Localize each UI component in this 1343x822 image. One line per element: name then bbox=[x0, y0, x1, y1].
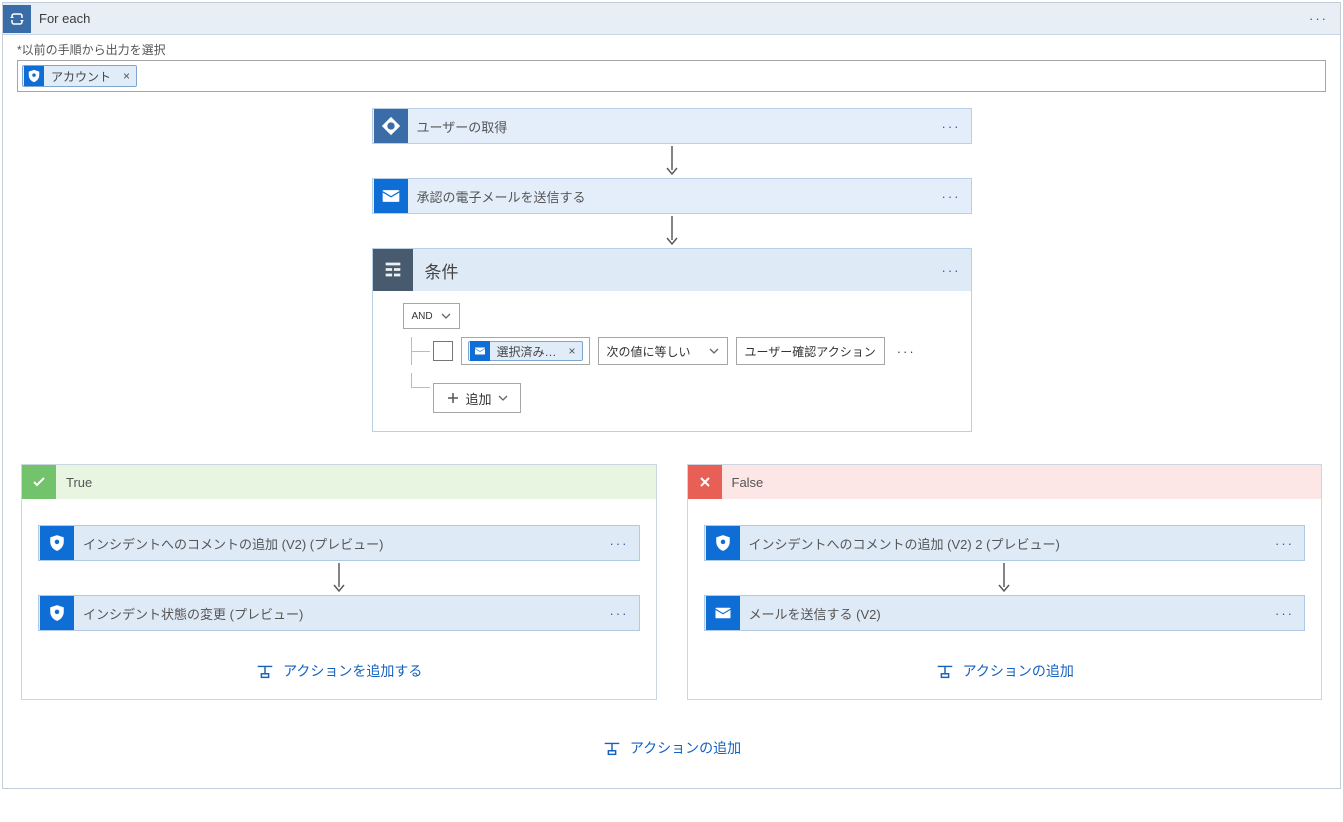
action-send-mail[interactable]: メールを送信する (V2) ··· bbox=[704, 595, 1306, 631]
add-action-link-outer[interactable]: アクションの追加 bbox=[602, 738, 741, 758]
connector-arrow bbox=[330, 561, 348, 595]
action-menu[interactable]: ··· bbox=[1265, 606, 1304, 621]
connector-arrow bbox=[663, 144, 681, 178]
token-remove[interactable]: × bbox=[563, 344, 582, 358]
add-action-link[interactable]: アクションの追加 bbox=[935, 661, 1074, 681]
output-select-label: *以前の手順から出力を選択 bbox=[3, 35, 1340, 58]
chevron-down-icon bbox=[709, 348, 719, 354]
condition-card: 条件 ··· AND bbox=[372, 248, 972, 432]
condition-branches: True インシデントへのコメントの追加 (V2) (プレビュー) ··· bbox=[21, 464, 1322, 700]
true-branch-header: True bbox=[22, 465, 656, 499]
action-menu[interactable]: ··· bbox=[600, 536, 639, 551]
chevron-down-icon bbox=[441, 313, 451, 319]
for-each-header[interactable]: For each ··· bbox=[3, 3, 1340, 35]
operator-label: 次の値に等しい bbox=[607, 343, 691, 360]
action-title: インシデント状態の変更 (プレビュー) bbox=[75, 604, 600, 623]
false-branch-header: False bbox=[688, 465, 1322, 499]
for-each-title: For each bbox=[39, 11, 1305, 26]
action-add-comment[interactable]: インシデントへのコメントの追加 (V2) (プレビュー) ··· bbox=[38, 525, 640, 561]
condition-right-value[interactable]: ユーザー確認アクション bbox=[736, 337, 885, 365]
action-title: ユーザーの取得 bbox=[409, 117, 932, 136]
row-menu[interactable]: ··· bbox=[893, 344, 920, 359]
add-action-icon bbox=[602, 740, 622, 756]
azure-ad-icon bbox=[374, 109, 408, 143]
token-remove[interactable]: × bbox=[117, 69, 136, 83]
action-menu[interactable]: ··· bbox=[932, 189, 971, 204]
and-operator-select[interactable]: AND bbox=[403, 303, 460, 329]
token-account[interactable]: アカウント × bbox=[22, 65, 137, 87]
false-title: False bbox=[722, 475, 764, 490]
action-menu[interactable]: ··· bbox=[932, 119, 971, 134]
add-condition-button[interactable]: 追加 bbox=[433, 383, 521, 413]
for-each-container: For each ··· *以前の手順から出力を選択 アカウント × ユーザーの… bbox=[2, 2, 1341, 789]
row-checkbox[interactable] bbox=[433, 341, 453, 361]
outlook-icon bbox=[706, 596, 740, 630]
output-select-input[interactable]: アカウント × bbox=[17, 60, 1326, 92]
for-each-menu[interactable]: ··· bbox=[1305, 11, 1332, 26]
connector-arrow bbox=[663, 214, 681, 248]
plus-icon bbox=[446, 391, 460, 405]
and-label: AND bbox=[412, 311, 433, 322]
action-title: インシデントへのコメントの追加 (V2) 2 (プレビュー) bbox=[741, 534, 1266, 553]
action-title: 承認の電子メールを送信する bbox=[409, 187, 932, 206]
condition-menu[interactable]: ··· bbox=[932, 263, 971, 278]
sentinel-icon bbox=[24, 66, 44, 86]
close-icon bbox=[688, 465, 722, 499]
action-menu[interactable]: ··· bbox=[1265, 536, 1304, 551]
chevron-down-icon bbox=[498, 395, 508, 401]
add-action-label: アクションを追加する bbox=[283, 661, 422, 681]
action-change-incident-status[interactable]: インシデント状態の変更 (プレビュー) ··· bbox=[38, 595, 640, 631]
sentinel-icon bbox=[40, 596, 74, 630]
condition-title: 条件 bbox=[413, 258, 932, 283]
outlook-icon bbox=[470, 341, 490, 361]
condition-icon bbox=[373, 249, 413, 291]
flow-body: ユーザーの取得 ··· 承認の電子メールを送信する ··· 条件 ··· bbox=[3, 102, 1340, 448]
action-title: メールを送信する (V2) bbox=[741, 604, 1266, 623]
condition-header[interactable]: 条件 ··· bbox=[373, 249, 971, 291]
true-title: True bbox=[56, 475, 92, 490]
check-icon bbox=[22, 465, 56, 499]
add-action-icon bbox=[935, 663, 955, 679]
condition-operator-select[interactable]: 次の値に等しい bbox=[598, 337, 728, 365]
right-value-text: ユーザー確認アクション bbox=[745, 343, 876, 360]
token-label: アカウント bbox=[45, 68, 117, 85]
sentinel-icon bbox=[706, 526, 740, 560]
outlook-icon bbox=[374, 179, 408, 213]
true-branch: True インシデントへのコメントの追加 (V2) (プレビュー) ··· bbox=[21, 464, 657, 700]
action-menu[interactable]: ··· bbox=[600, 606, 639, 621]
add-label: 追加 bbox=[466, 389, 492, 408]
condition-left-value[interactable]: 選択済み… × bbox=[461, 337, 590, 365]
action-get-user[interactable]: ユーザーの取得 ··· bbox=[372, 108, 972, 144]
action-add-comment-2[interactable]: インシデントへのコメントの追加 (V2) 2 (プレビュー) ··· bbox=[704, 525, 1306, 561]
loop-icon bbox=[3, 5, 31, 33]
add-action-label: アクションの追加 bbox=[963, 661, 1074, 681]
connector-arrow bbox=[995, 561, 1013, 595]
add-action-icon bbox=[255, 663, 275, 679]
action-title: インシデントへのコメントの追加 (V2) (プレビュー) bbox=[75, 534, 600, 553]
add-action-link[interactable]: アクションを追加する bbox=[255, 661, 422, 681]
add-action-label: アクションの追加 bbox=[630, 738, 741, 758]
action-send-approval[interactable]: 承認の電子メールを送信する ··· bbox=[372, 178, 972, 214]
sentinel-icon bbox=[40, 526, 74, 560]
false-branch: False インシデントへのコメントの追加 (V2) 2 (プレビュー) ··· bbox=[687, 464, 1323, 700]
condition-body: AND 選択済み… × bbox=[373, 291, 971, 431]
token-label: 選択済み… bbox=[491, 343, 563, 360]
